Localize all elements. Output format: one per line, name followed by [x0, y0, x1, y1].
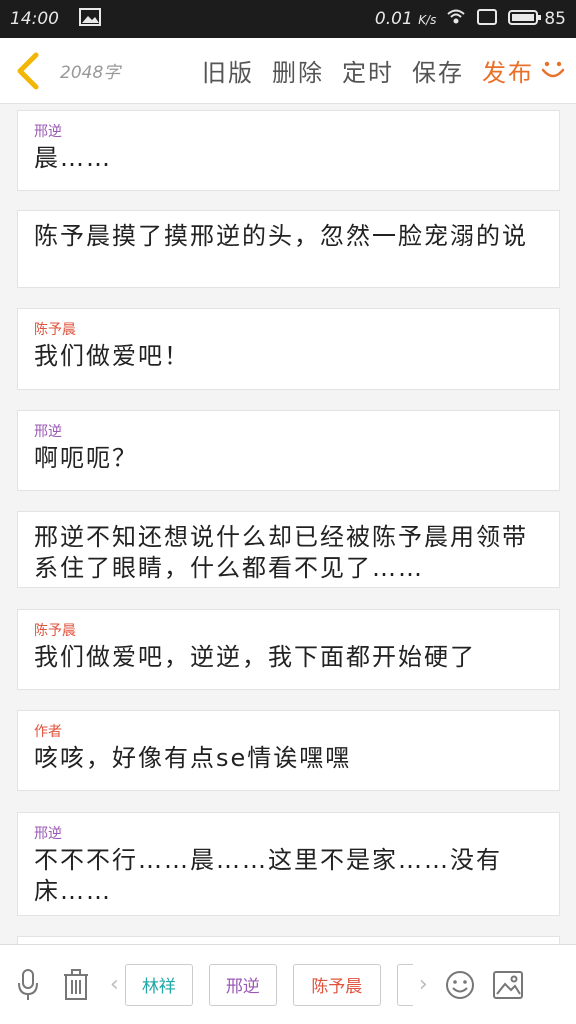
- character-tag[interactable]: 邢逆: [208, 963, 277, 1006]
- back-arrow-icon: [17, 52, 39, 89]
- dialogue-card[interactable]: 邢逆 啊呃呃？: [17, 410, 560, 491]
- speaker-name: 陈予晨: [34, 623, 76, 639]
- trash-button[interactable]: [56, 965, 96, 1005]
- save-button[interactable]: 保存: [412, 53, 464, 88]
- card-text: 我们做爱吧！: [34, 342, 190, 370]
- bottom-bar: ‹ 林祥 邢逆 陈予晨 ›: [0, 944, 576, 1024]
- chevron-left-icon[interactable]: ‹: [110, 972, 119, 997]
- dialogue-card[interactable]: [17, 936, 560, 944]
- word-count: 2048字: [60, 63, 121, 83]
- speaker-name: 邢逆: [34, 424, 62, 440]
- schedule-button[interactable]: 定时: [342, 53, 394, 88]
- chevron-right-icon[interactable]: ›: [419, 972, 428, 997]
- microphone-icon: [18, 968, 38, 1000]
- delete-button[interactable]: 删除: [272, 53, 324, 88]
- network-speed: 0.01 K/s: [375, 9, 436, 29]
- card-text: 不不不行……晨……这里不是家……没有床……: [34, 846, 502, 905]
- image-button[interactable]: [488, 965, 528, 1005]
- microphone-button[interactable]: [8, 965, 48, 1005]
- image-icon: [492, 970, 523, 999]
- dialogue-card[interactable]: 邢逆 不不不行……晨……这里不是家……没有床……: [17, 812, 560, 916]
- speaker-name: 邢逆: [34, 826, 62, 842]
- battery-level: 85: [544, 9, 566, 29]
- back-button[interactable]: [0, 38, 56, 104]
- card-text: 啊呃呃？: [34, 444, 138, 472]
- character-tag[interactable]: 陈予晨: [292, 963, 381, 1006]
- character-tag[interactable]: 林祥: [124, 963, 193, 1006]
- wifi-icon: [446, 7, 466, 32]
- status-time: 14:00: [10, 9, 59, 29]
- battery-icon: [508, 8, 542, 31]
- narration-card[interactable]: 陈予晨摸了摸邢逆的头，忽然一脸宠溺的说: [17, 210, 560, 288]
- editor-toolbar: 2048字 旧版 删除 定时 保存 发布: [0, 38, 576, 104]
- dialogue-card[interactable]: 作者 咳咳，好像有点se情诶嘿嘿: [17, 710, 560, 791]
- speed-value: 0.01: [374, 9, 413, 29]
- emoji-button[interactable]: [440, 965, 480, 1005]
- speaker-name: 陈予晨: [34, 322, 76, 338]
- speaker-name: 作者: [34, 724, 62, 740]
- card-text: 我们做爱吧，逆逆，我下面都开始硬了: [34, 643, 476, 671]
- emoji-icon: [445, 970, 474, 999]
- dialogue-card[interactable]: 陈予晨 我们做爱吧！: [17, 308, 560, 390]
- speed-unit: K/s: [418, 13, 437, 27]
- card-text: 咳咳，好像有点se情诶嘿嘿: [34, 744, 352, 772]
- narration-card[interactable]: 邢逆不知还想说什么却已经被陈予晨用领带系住了眼睛，什么都看不见了……: [17, 511, 560, 588]
- status-bar: 14:00 0.01 K/s 85: [0, 0, 576, 38]
- old-version-button[interactable]: 旧版: [202, 53, 254, 88]
- dialogue-card[interactable]: 陈予晨 我们做爱吧，逆逆，我下面都开始硬了: [17, 609, 560, 690]
- dialogue-card[interactable]: 邢逆 晨……: [17, 110, 560, 191]
- trash-icon: [64, 968, 88, 1000]
- card-text: 陈予晨摸了摸邢逆的头，忽然一脸宠溺的说: [34, 222, 528, 250]
- publish-button[interactable]: 发布: [482, 53, 534, 88]
- character-tag-partial[interactable]: [396, 963, 413, 1006]
- card-text: 邢逆不知还想说什么却已经被陈予晨用领带系住了眼睛，什么都看不见了……: [34, 523, 528, 582]
- card-text: 晨……: [34, 144, 112, 172]
- screen-icon: [476, 8, 498, 31]
- gallery-icon: [79, 7, 101, 31]
- story-content: 邢逆 晨…… 陈予晨摸了摸邢逆的头，忽然一脸宠溺的说 陈予晨 我们做爱吧！ 邢逆…: [0, 104, 576, 944]
- smile-icon: [540, 56, 566, 86]
- speaker-name: 邢逆: [34, 124, 62, 140]
